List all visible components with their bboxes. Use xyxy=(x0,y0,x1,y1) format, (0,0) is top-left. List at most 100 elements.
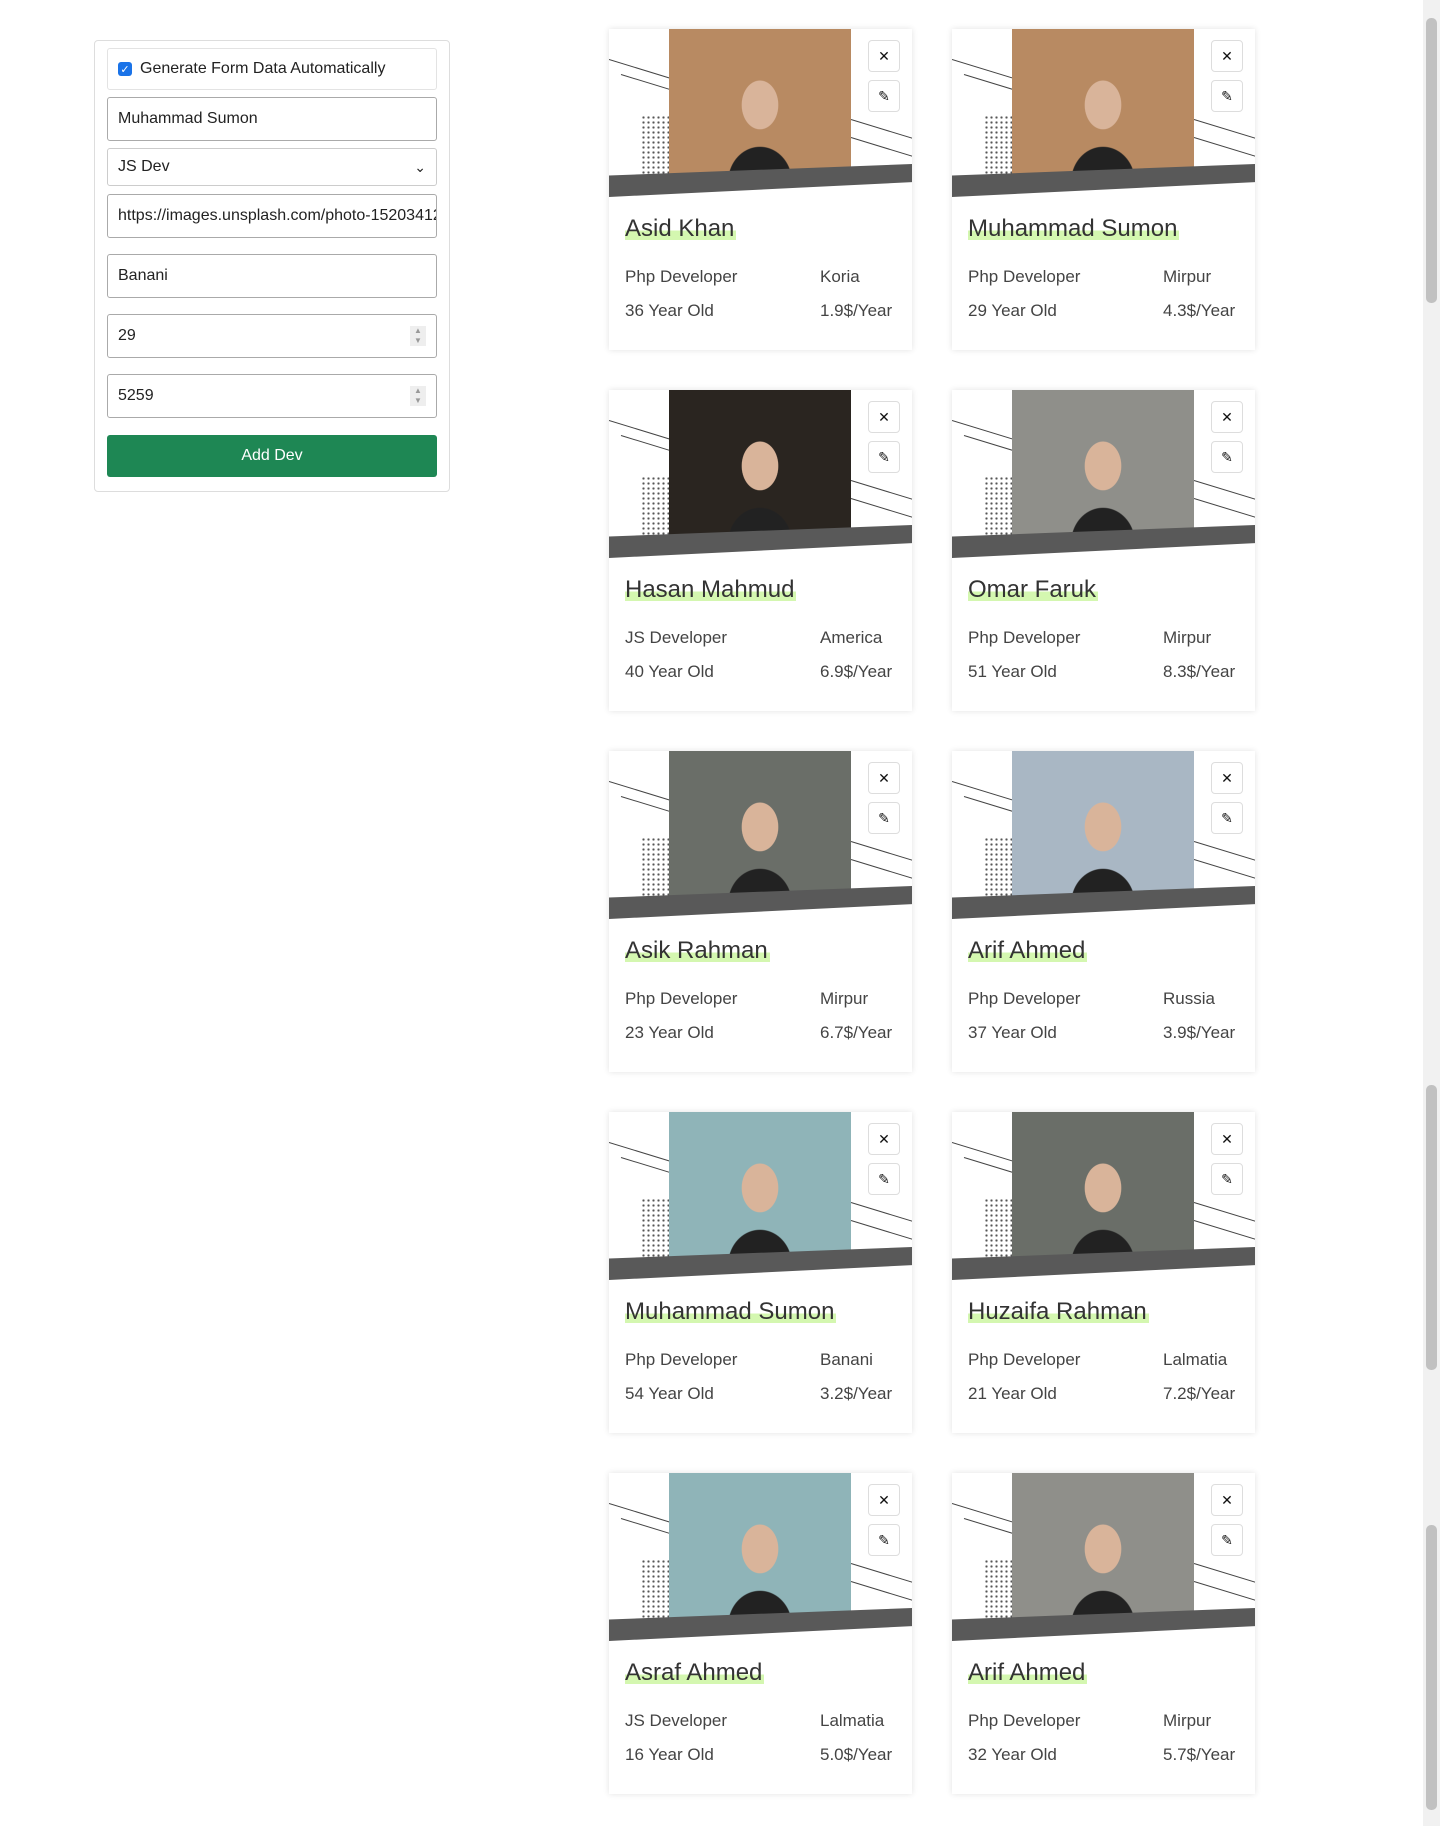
edit-button[interactable]: ✎ xyxy=(868,802,900,834)
delete-button[interactable]: ✕ xyxy=(1211,40,1243,72)
edit-icon: ✎ xyxy=(878,87,890,104)
developer-location: Lalmatia xyxy=(820,1711,885,1730)
developer-photo xyxy=(1012,29,1194,175)
card-hero xyxy=(952,390,1255,558)
developer-photo xyxy=(1012,390,1194,536)
developer-location: Mirpur xyxy=(1163,267,1212,286)
edit-icon: ✎ xyxy=(878,448,890,465)
edit-button[interactable]: ✎ xyxy=(868,1163,900,1195)
developer-salary: 8.3$/Year xyxy=(1163,662,1236,681)
edit-icon: ✎ xyxy=(1221,1170,1233,1187)
developer-salary: 6.7$/Year xyxy=(820,1023,893,1042)
salary-input[interactable]: 5259 ▲ ▼ xyxy=(107,374,437,418)
edit-button[interactable]: ✎ xyxy=(868,80,900,112)
edit-button[interactable]: ✎ xyxy=(1211,441,1243,473)
delete-button[interactable]: ✕ xyxy=(1211,762,1243,794)
dots-pattern xyxy=(641,1559,669,1621)
edit-button[interactable]: ✎ xyxy=(1211,80,1243,112)
close-icon: ✕ xyxy=(1221,47,1233,64)
developer-age: 32 Year Old xyxy=(968,1745,1057,1764)
scrollbar-thumb[interactable] xyxy=(1426,1525,1437,1810)
close-icon: ✕ xyxy=(878,408,890,425)
developer-age: 54 Year Old xyxy=(625,1384,714,1403)
edit-button[interactable]: ✎ xyxy=(1211,1163,1243,1195)
auto-generate-label: Generate Form Data Automatically xyxy=(140,60,386,77)
close-icon: ✕ xyxy=(878,1130,890,1147)
card-hero xyxy=(952,751,1255,919)
edit-button[interactable]: ✎ xyxy=(868,441,900,473)
developer-salary: 1.9$/Year xyxy=(820,301,893,320)
developer-photo xyxy=(669,390,851,536)
name-input[interactable]: Muhammad Sumon xyxy=(107,97,437,141)
developer-name: Asik Rahman xyxy=(625,937,770,965)
card-hero xyxy=(609,390,912,558)
location-input[interactable]: Banani xyxy=(107,254,437,298)
dots-pattern xyxy=(984,1198,1012,1260)
age-input[interactable]: 29 ▲ ▼ xyxy=(107,314,437,358)
developer-age: 23 Year Old xyxy=(625,1023,714,1042)
developer-age: 40 Year Old xyxy=(625,662,714,681)
developer-salary: 5.0$/Year xyxy=(820,1745,893,1764)
developer-card: ✕ ✎ Muhammad Sumon Php Developer Banani … xyxy=(609,1112,912,1433)
checkmark-icon: ✓ xyxy=(118,62,132,76)
developer-location: America xyxy=(820,628,883,647)
developer-card: ✕ ✎ Huzaifa Rahman Php Developer Lalmati… xyxy=(952,1112,1255,1433)
developer-age: 16 Year Old xyxy=(625,1745,714,1764)
edit-icon: ✎ xyxy=(1221,1531,1233,1548)
developer-photo xyxy=(669,751,851,897)
developer-photo xyxy=(1012,1112,1194,1258)
scrollbar-thumb[interactable] xyxy=(1426,18,1437,303)
developer-card: ✕ ✎ Arif Ahmed Php Developer Mirpur 32 Y… xyxy=(952,1473,1255,1794)
role-select[interactable]: JS Dev ⌄ xyxy=(107,148,437,186)
scrollbar[interactable] xyxy=(1423,0,1440,1826)
edit-icon: ✎ xyxy=(878,809,890,826)
developer-role: JS Developer xyxy=(625,628,728,647)
dots-pattern xyxy=(641,115,669,177)
close-icon: ✕ xyxy=(878,769,890,786)
close-icon: ✕ xyxy=(1221,769,1233,786)
delete-button[interactable]: ✕ xyxy=(1211,1123,1243,1155)
edit-button[interactable]: ✎ xyxy=(868,1524,900,1556)
developer-photo xyxy=(1012,1473,1194,1619)
developer-role: Php Developer xyxy=(968,1711,1081,1730)
developer-role: Php Developer xyxy=(625,1350,738,1369)
delete-button[interactable]: ✕ xyxy=(868,1484,900,1516)
developer-salary: 3.2$/Year xyxy=(820,1384,893,1403)
auto-generate-checkbox[interactable]: ✓ Generate Form Data Automatically xyxy=(107,48,437,90)
developer-card: ✕ ✎ Asik Rahman Php Developer Mirpur 23 … xyxy=(609,751,912,1072)
delete-button[interactable]: ✕ xyxy=(868,401,900,433)
card-hero xyxy=(609,29,912,197)
add-dev-button[interactable]: Add Dev xyxy=(107,435,437,477)
developer-name: Asid Khan xyxy=(625,215,737,243)
developer-age: 21 Year Old xyxy=(968,1384,1057,1403)
delete-button[interactable]: ✕ xyxy=(1211,401,1243,433)
developer-card: ✕ ✎ Asraf Ahmed JS Developer Lalmatia 16… xyxy=(609,1473,912,1794)
developer-salary: 5.7$/Year xyxy=(1163,1745,1236,1764)
delete-button[interactable]: ✕ xyxy=(868,40,900,72)
developer-photo xyxy=(1012,751,1194,897)
developer-location: Mirpur xyxy=(820,989,869,1008)
card-hero xyxy=(609,1473,912,1641)
spinner-icon[interactable]: ▲ ▼ xyxy=(410,326,426,346)
delete-button[interactable]: ✕ xyxy=(868,762,900,794)
developer-name: Hasan Mahmud xyxy=(625,576,797,604)
developer-name: Huzaifa Rahman xyxy=(968,1298,1149,1326)
edit-button[interactable]: ✎ xyxy=(1211,802,1243,834)
scrollbar-thumb[interactable] xyxy=(1426,1085,1437,1370)
card-hero xyxy=(952,1473,1255,1641)
developer-photo xyxy=(669,1473,851,1619)
developer-age: 51 Year Old xyxy=(968,662,1057,681)
developer-location: Lalmatia xyxy=(1163,1350,1228,1369)
developer-salary: 6.9$/Year xyxy=(820,662,893,681)
developer-location: Koria xyxy=(820,267,860,286)
edit-icon: ✎ xyxy=(1221,87,1233,104)
delete-button[interactable]: ✕ xyxy=(868,1123,900,1155)
edit-icon: ✎ xyxy=(878,1531,890,1548)
edit-button[interactable]: ✎ xyxy=(1211,1524,1243,1556)
developer-location: Mirpur xyxy=(1163,628,1212,647)
dots-pattern xyxy=(984,476,1012,538)
developer-role: Php Developer xyxy=(968,628,1081,647)
image-url-input[interactable]: https://images.unsplash.com/photo-152034… xyxy=(107,194,437,238)
delete-button[interactable]: ✕ xyxy=(1211,1484,1243,1516)
spinner-icon[interactable]: ▲ ▼ xyxy=(410,386,426,406)
